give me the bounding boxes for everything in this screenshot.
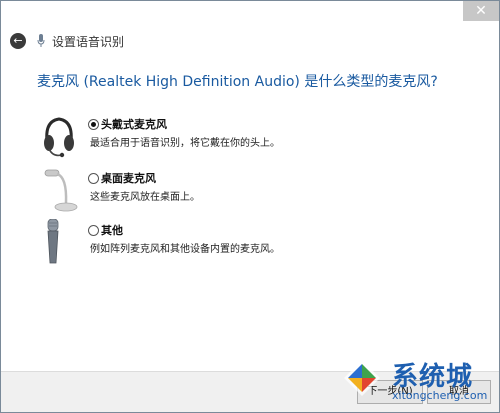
option-desktop[interactable]: 桌面麦克风 这些麦克风放在桌面上。 — [39, 167, 459, 217]
page-question: 麦克风 (Realtek High Definition Audio) 是什么类… — [37, 74, 438, 90]
back-button[interactable]: ← — [10, 33, 26, 49]
back-arrow-icon: ← — [13, 34, 23, 47]
watermark-domain: xitongcheng.com — [392, 389, 488, 402]
option-label: 桌面麦克风 — [101, 172, 156, 185]
handheld-microphone-icon — [47, 219, 59, 264]
radio-other[interactable] — [88, 225, 99, 236]
option-label: 头戴式麦克风 — [101, 118, 167, 131]
headset-icon — [44, 117, 74, 158]
microphone-icon — [37, 34, 45, 47]
wizard-title: 设置语音识别 — [52, 35, 125, 49]
watermark-name: 系统城 — [392, 362, 474, 392]
desktop-microphone-icon — [44, 169, 78, 212]
watermark: 系统城 xitongcheng.com — [342, 352, 498, 412]
option-description: 例如阵列麦克风和其他设备内置的麦克风。 — [90, 244, 280, 255]
option-description: 最适合用于语音识别，将它戴在你的头上。 — [90, 138, 280, 149]
close-icon: ✕ — [475, 3, 487, 19]
option-headset[interactable]: 头戴式麦克风 最适合用于语音识别，将它戴在你的头上。 — [39, 113, 459, 163]
wizard-header: ← 设置语音识别 — [1, 25, 499, 57]
radio-headset[interactable] — [88, 119, 99, 130]
window-top-strip — [1, 1, 499, 23]
radio-desktop[interactable] — [88, 173, 99, 184]
option-label: 其他 — [101, 224, 123, 237]
option-other[interactable]: 其他 例如阵列麦克风和其他设备内置的麦克风。 — [39, 219, 459, 269]
close-button[interactable]: ✕ — [463, 1, 499, 21]
watermark-logo-icon — [344, 360, 380, 396]
option-description: 这些麦克风放在桌面上。 — [90, 192, 200, 203]
